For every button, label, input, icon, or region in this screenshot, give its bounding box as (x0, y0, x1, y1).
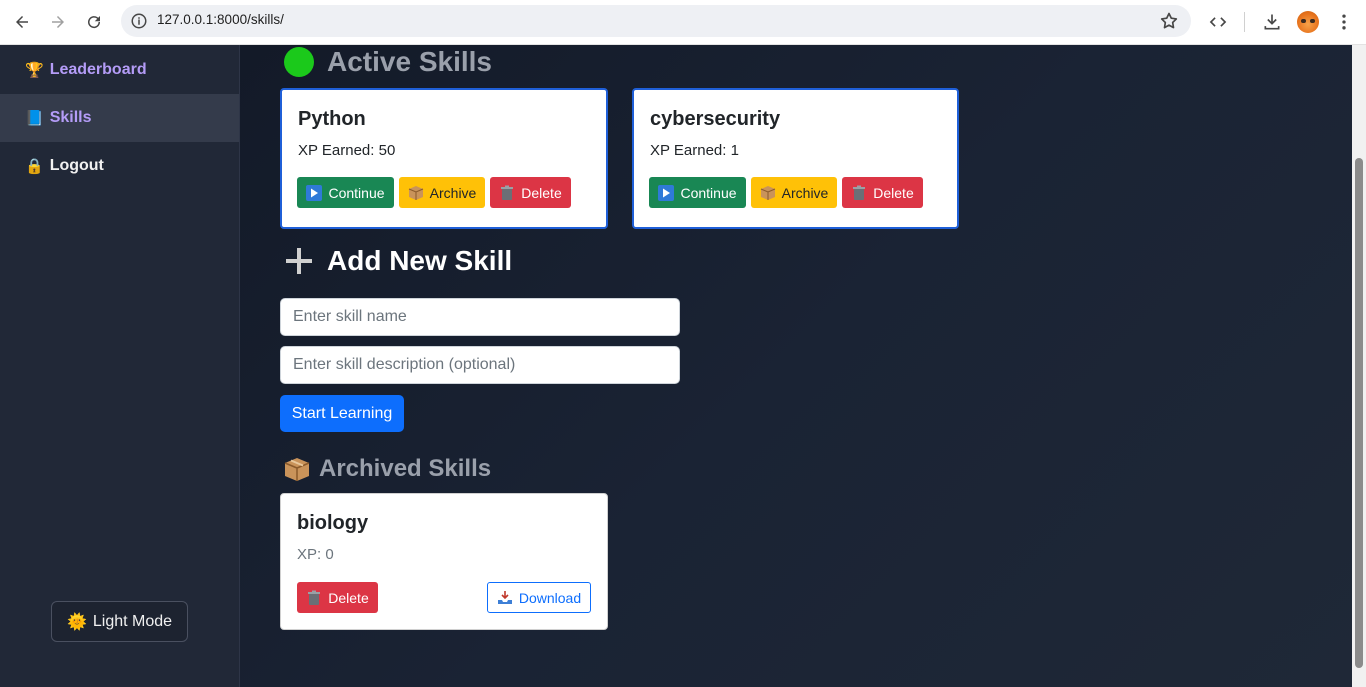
continue-button[interactable]: Continue (649, 177, 746, 208)
trash-icon (853, 185, 866, 200)
sidebar-item-label: Leaderboard (49, 61, 147, 78)
delete-button[interactable]: Delete (842, 177, 923, 208)
box-icon (284, 458, 310, 481)
archive-label: Archive (429, 184, 477, 201)
skill-card: Python XP Earned: 50 Continue Archive De… (280, 88, 608, 229)
archive-button[interactable]: Archive (399, 177, 485, 208)
book-icon: 📘 (25, 109, 44, 127)
profile-avatar[interactable] (1297, 11, 1319, 33)
sun-icon: 🌞 (66, 613, 87, 631)
toolbar-divider (1244, 12, 1245, 32)
sidebar-item-label: Skills (49, 109, 92, 126)
trash-icon (308, 590, 321, 605)
forward-icon[interactable] (45, 9, 71, 35)
delete-button[interactable]: Delete (297, 582, 378, 613)
address-bar[interactable]: 127.0.0.1:8000/skills/ (121, 5, 1191, 37)
archived-skill-card: biology XP: 0 Delete Download (280, 493, 608, 630)
delete-label: Delete (521, 184, 562, 201)
url-text: 127.0.0.1:8000/skills/ (157, 12, 284, 27)
light-mode-label: Light Mode (92, 612, 173, 630)
delete-button[interactable]: Delete (490, 177, 571, 208)
skill-name-input[interactable] (280, 298, 680, 336)
download-icon[interactable] (1261, 11, 1283, 33)
delete-label: Delete (328, 589, 369, 606)
trophy-icon: 🏆 (25, 61, 44, 79)
code-icon[interactable] (1207, 11, 1229, 33)
menu-dots-icon[interactable] (1333, 11, 1355, 33)
archived-skills-heading: Archived Skills (283, 455, 491, 483)
sidebar: 🏆 Leaderboard 📘 Skills 🔒 Logout 🌞 Light … (0, 45, 240, 687)
play-icon (306, 184, 323, 201)
skill-name: biology (297, 512, 369, 534)
continue-label: Continue (328, 184, 385, 201)
archive-button[interactable]: Archive (751, 177, 837, 208)
skill-xp: XP Earned: 1 (650, 142, 739, 159)
inbox-tray-icon (497, 590, 512, 604)
sidebar-item-logout[interactable]: 🔒 Logout (0, 142, 239, 190)
skill-name: Python (298, 108, 366, 130)
back-icon[interactable] (9, 9, 35, 35)
light-mode-button[interactable]: 🌞 Light Mode (51, 601, 188, 642)
skill-xp: XP: 0 (297, 546, 334, 563)
sidebar-item-leaderboard[interactable]: 🏆 Leaderboard (0, 46, 239, 94)
active-skills-title: Active Skills (327, 46, 492, 77)
download-label: Download (518, 589, 582, 606)
archive-label: Archive (781, 184, 829, 201)
active-skills-heading: Active Skills (284, 46, 492, 78)
sidebar-item-label: Logout (49, 157, 104, 174)
continue-label: Continue (680, 184, 737, 201)
skill-xp: XP Earned: 50 (298, 142, 396, 159)
play-icon (658, 184, 675, 201)
plus-icon (284, 246, 314, 276)
box-icon (408, 185, 423, 200)
browser-toolbar: 127.0.0.1:8000/skills/ (0, 0, 1366, 45)
skill-name: cybersecurity (650, 108, 781, 130)
sidebar-item-skills[interactable]: 📘 Skills (0, 94, 239, 142)
archived-skills-title: Archived Skills (319, 455, 492, 482)
add-skill-title: Add New Skill (327, 245, 513, 276)
trash-icon (501, 185, 514, 200)
bookmark-star-icon[interactable] (1159, 11, 1179, 31)
skill-description-input[interactable] (280, 346, 680, 384)
reload-icon[interactable] (81, 9, 107, 35)
start-learning-button[interactable]: Start Learning (280, 395, 404, 432)
scrollbar-thumb[interactable] (1355, 158, 1363, 668)
continue-button[interactable]: Continue (297, 177, 394, 208)
site-info-icon[interactable] (130, 12, 148, 30)
box-icon (760, 185, 775, 200)
lock-icon: 🔒 (25, 157, 44, 175)
main-content: Active Skills Python XP Earned: 50 Conti… (240, 45, 1352, 687)
add-skill-heading: Add New Skill (284, 245, 512, 277)
skill-card: cybersecurity XP Earned: 1 Continue Arch… (632, 88, 959, 229)
page-scrollbar[interactable] (1352, 45, 1366, 687)
delete-label: Delete (873, 184, 914, 201)
download-button[interactable]: Download (487, 582, 591, 613)
green-circle-icon (284, 47, 314, 77)
